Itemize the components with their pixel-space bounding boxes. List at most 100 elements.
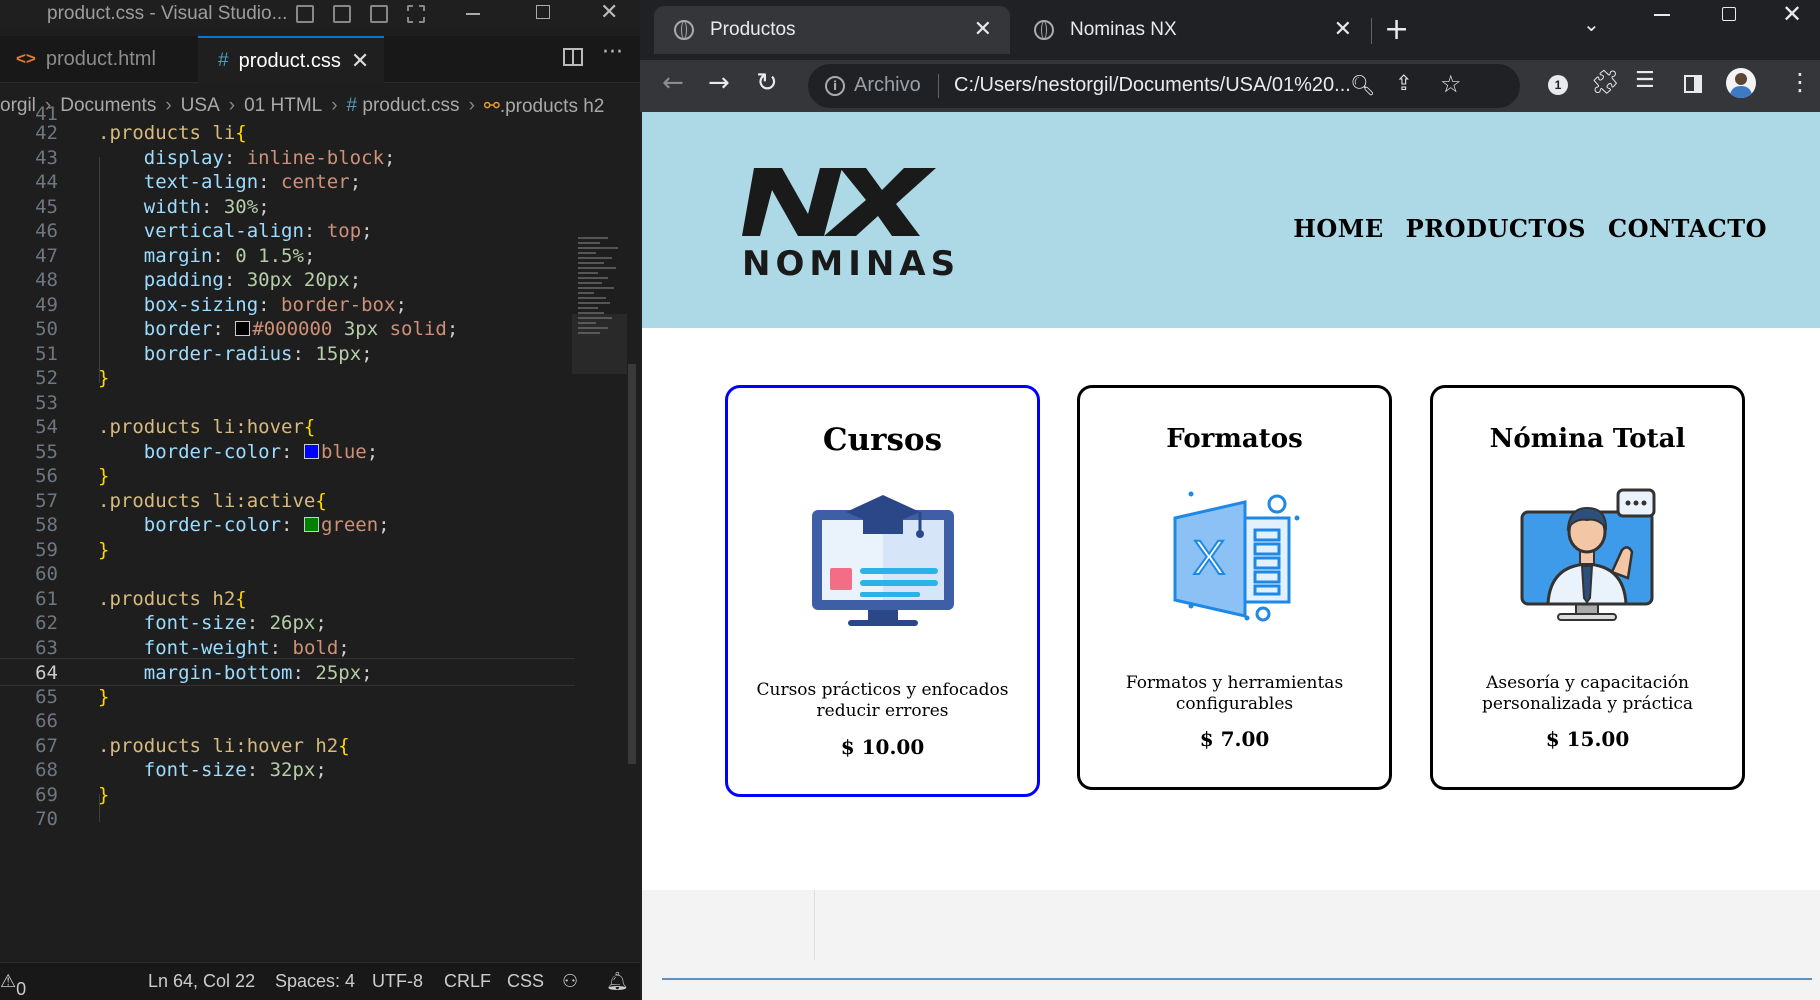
tab-label: product.html: [45, 47, 156, 70]
product-card-cursos[interactable]: Cursos Cursos prácticos y enfocados redu…: [725, 385, 1040, 797]
toggle-sidebar-icon[interactable]: [296, 5, 314, 23]
nx-logo-mark: [742, 168, 936, 236]
code-line: 54 .products li:hover{: [35, 416, 316, 438]
feedback-icon[interactable]: ⚇: [562, 971, 578, 992]
color-swatch[interactable]: [303, 444, 319, 459]
toggle-panel-icon[interactable]: [333, 5, 351, 23]
close-tab-icon[interactable]: ✕: [974, 16, 992, 42]
kebab-menu-icon[interactable]: ⋮: [1788, 68, 1812, 96]
code-line: 66: [35, 710, 58, 732]
site-header: NOMINAS HOME PRODUCTOS CONTACTO: [642, 112, 1820, 328]
nav-link-contacto[interactable]: CONTACTO: [1608, 214, 1767, 243]
maximize-button[interactable]: [536, 5, 550, 19]
close-tab-icon[interactable]: ✕: [351, 48, 369, 74]
media-queue-icon[interactable]: ☰: [1635, 68, 1655, 93]
omnibox-divider: [938, 74, 939, 98]
background-window-area: [642, 890, 1820, 1000]
minimize-button[interactable]: [466, 13, 480, 15]
split-editor-icon[interactable]: [563, 48, 583, 66]
product-price: $ 15.00: [1545, 727, 1630, 751]
product-title: Cursos: [822, 422, 943, 458]
scheme-label: Archivo: [854, 74, 921, 96]
window-title: product.css - Visual Studio...: [47, 3, 288, 24]
extensions-puzzle-icon[interactable]: 🧩︎: [1590, 68, 1620, 96]
language-mode[interactable]: CSS: [507, 971, 544, 992]
editor-tabs: <> product.html # product.css ✕ ···: [0, 36, 640, 84]
new-tab-button[interactable]: +: [1384, 12, 1409, 47]
product-card-formatos[interactable]: Formatos X Formatos y herramientas confi…: [1077, 385, 1392, 790]
address-bar[interactable]: i Archivo C:/Users/nestorgil/Documents/U…: [808, 64, 1520, 108]
code-line: 42 .products li{: [35, 122, 247, 144]
eol-status[interactable]: CRLF: [444, 971, 491, 992]
html-file-icon: <>: [16, 49, 36, 68]
browser-tab-nominas[interactable]: Nominas NX ✕: [1014, 6, 1370, 54]
code-line: 46 vertical-align: top;: [35, 220, 373, 242]
share-icon[interactable]: ⇪: [1395, 71, 1413, 95]
minimize-button[interactable]: [1654, 14, 1670, 16]
color-swatch[interactable]: [235, 321, 251, 336]
side-panel-icon[interactable]: [1684, 75, 1702, 93]
tab-divider: [1371, 18, 1372, 44]
browser-tab-productos[interactable]: Productos ✕: [654, 6, 1010, 54]
code-line: 68 font-size: 32px;: [35, 759, 327, 781]
globe-icon: [1034, 20, 1054, 40]
minimap-viewport[interactable]: [572, 314, 627, 374]
tab-label: product.css: [238, 49, 341, 72]
url-text[interactable]: C:/Users/nestorgil/Documents/USA/01%20..…: [954, 74, 1351, 97]
profile-avatar[interactable]: [1726, 68, 1756, 98]
nav-link-home[interactable]: HOME: [1293, 214, 1383, 243]
product-card-nomina-total[interactable]: Nómina Total Asesoría y capacitación per…: [1430, 385, 1745, 790]
toggle-secondary-sidebar-icon[interactable]: [370, 5, 388, 23]
cursor-position[interactable]: Ln 64, Col 22: [148, 971, 255, 992]
vertical-scrollbar[interactable]: [628, 364, 636, 764]
product-title: Formatos: [1166, 424, 1303, 454]
close-window-button[interactable]: ✕: [1782, 0, 1802, 28]
globe-icon: [674, 20, 694, 40]
logo-wordmark: NOMINAS: [742, 244, 961, 284]
forward-button[interactable]: →: [708, 68, 730, 98]
nominas-nx-logo[interactable]: NOMINAS: [742, 162, 962, 288]
vscode-window: product.css - Visual Studio... ✕ <> prod…: [0, 0, 640, 1000]
notifications-bell-icon[interactable]: 🔔︎: [606, 971, 629, 992]
product-price: $ 10.00: [840, 735, 925, 759]
color-swatch[interactable]: [303, 517, 319, 532]
encoding-status[interactable]: UTF-8: [372, 971, 423, 992]
code-line: 62 font-size: 26px;: [35, 612, 327, 634]
info-icon[interactable]: i: [825, 76, 845, 96]
code-editor[interactable]: 41 42 .products li{ 43 display: inline-bl…: [0, 103, 640, 964]
more-actions-icon[interactable]: ···: [602, 40, 623, 65]
divider: [662, 978, 1812, 980]
close-tab-icon[interactable]: ✕: [1334, 16, 1352, 42]
code-line: 44 text-align: center;: [35, 171, 362, 193]
tab-product-css[interactable]: # product.css ✕: [198, 36, 384, 84]
close-window-button[interactable]: ✕: [600, 0, 618, 25]
reload-button[interactable]: ↻: [756, 68, 778, 98]
tab-product-html[interactable]: <> product.html: [0, 36, 198, 82]
bookmark-star-icon[interactable]: ☆: [1440, 70, 1462, 98]
divider: [814, 890, 815, 960]
code-line: 56}: [35, 465, 110, 487]
browser-tab-label: Productos: [710, 19, 796, 40]
code-line: 70: [35, 808, 58, 830]
product-title: Nómina Total: [1489, 424, 1686, 454]
extension-badge-icon[interactable]: 1: [1548, 75, 1568, 95]
customize-layout-icon[interactable]: [407, 5, 425, 23]
browser-toolbar: ← → ↻ i Archivo C:/Users/nestorgil/Docum…: [640, 60, 1820, 112]
code-line: 48 padding: 30px 20px;: [35, 269, 362, 291]
back-button[interactable]: ←: [662, 68, 684, 98]
maximize-button[interactable]: [1722, 7, 1736, 21]
code-line: 58 border-color: green;: [35, 514, 390, 536]
tab-search-chevron-icon[interactable]: ⌄: [1583, 12, 1600, 36]
status-bar: ⚠ 0 Ln 64, Col 22 Spaces: 4 UTF-8 CRLF C…: [0, 962, 640, 1000]
nav-link-productos[interactable]: PRODUCTOS: [1406, 214, 1586, 243]
vscode-titlebar: product.css - Visual Studio... ✕: [0, 0, 640, 28]
code-line-current: 64 margin-bottom: 25px;: [0, 658, 575, 686]
zoom-icon[interactable]: 🔍︎: [1350, 73, 1375, 97]
product-description: Cursos prácticos y enfocados reducir err…: [756, 680, 1009, 721]
problems-status[interactable]: ⚠ 0: [0, 971, 26, 999]
indentation-status[interactable]: Spaces: 4: [275, 971, 355, 992]
browser-tab-label: Nominas NX: [1070, 19, 1177, 40]
site-nav: HOME PRODUCTOS CONTACTO: [1293, 214, 1767, 243]
web-page: NOMINAS HOME PRODUCTOS CONTACTO Cursos C…: [642, 112, 1820, 890]
product-description: Formatos y herramientas configurables: [1125, 673, 1344, 714]
